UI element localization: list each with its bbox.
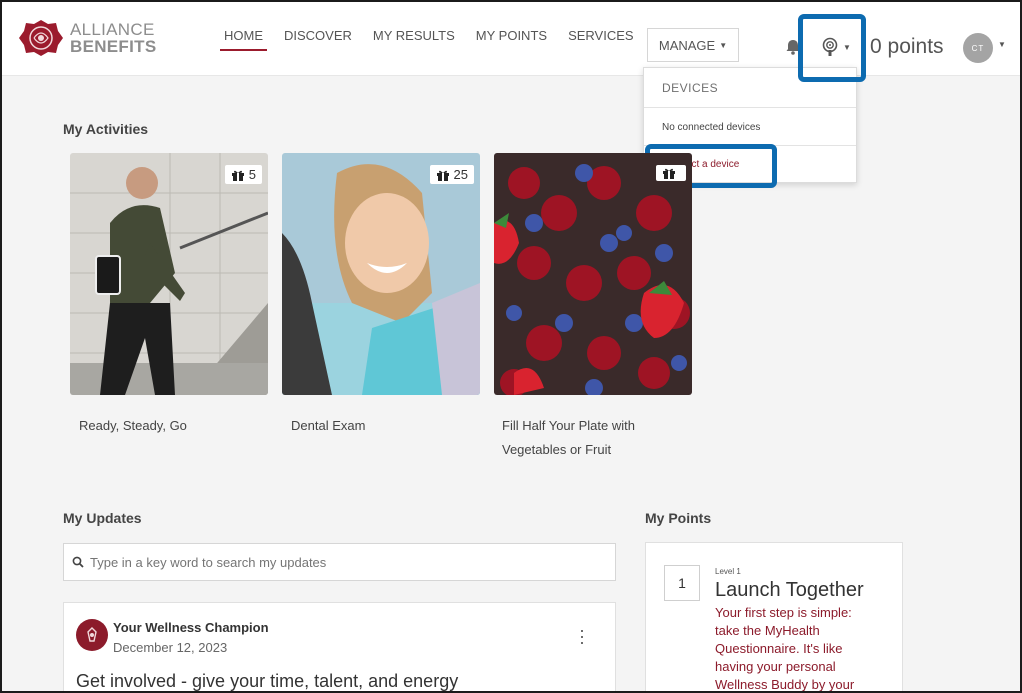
app-window: ALLIANCE BENEFITS HOME DISCOVER MY RESUL… [0, 0, 1022, 693]
manage-label: MANAGE [658, 37, 716, 53]
wearable-device-icon [822, 37, 838, 56]
no-devices-text: No connected devices [644, 108, 856, 146]
avatar[interactable]: CT [963, 33, 993, 63]
nav-home[interactable]: HOME [220, 28, 267, 51]
level-title: Launch Together [715, 579, 864, 601]
more-options-icon[interactable]: · · · [579, 621, 585, 651]
points-badge: 5 [224, 165, 262, 184]
points-level-card[interactable]: 1 Level 1 Launch Together Your first ste… [645, 542, 903, 692]
manage-dropdown[interactable]: MANAGE ▼ [647, 28, 739, 62]
logo-seal-icon [19, 20, 63, 56]
fruit-photo [494, 153, 692, 395]
gift-icon [436, 170, 449, 181]
activity-title[interactable]: Dental Exam [291, 414, 365, 438]
logo-line-2: BENEFITS [70, 37, 157, 56]
activity-card-image[interactable]: 5 [70, 153, 268, 395]
runner-photo [70, 153, 268, 395]
post-date: December 12, 2023 [113, 640, 228, 655]
activity-card-image[interactable] [494, 153, 692, 395]
points-value: 25 [453, 167, 468, 182]
activity-card-image[interactable]: 25 [282, 153, 480, 395]
updates-title: My Updates [63, 510, 142, 526]
points-title: My Points [645, 510, 712, 526]
nav-discover[interactable]: DISCOVER [284, 28, 352, 51]
points-badge [656, 165, 686, 181]
update-post[interactable]: Your Wellness Champion December 12, 2023… [63, 602, 616, 691]
level-number: 1 [664, 565, 700, 601]
logo-line-1: ALLIANCE [70, 20, 155, 39]
devices-button[interactable]: ▼ [814, 32, 858, 62]
activity-title[interactable]: Ready, Steady, Go [79, 414, 187, 438]
updates-search[interactable] [63, 543, 616, 581]
champion-logo-icon [87, 627, 97, 642]
bell-icon[interactable] [784, 38, 802, 56]
caret-down-icon: ▼ [843, 42, 851, 52]
points-value: 5 [248, 167, 256, 182]
nav-services[interactable]: SERVICES [568, 28, 634, 51]
post-headline[interactable]: Get involved - give your time, talent, a… [76, 671, 458, 691]
caret-down-icon: ▼ [719, 40, 728, 50]
updates-search-input[interactable] [90, 554, 590, 570]
nav-my-results[interactable]: MY RESULTS [373, 28, 455, 51]
gift-icon [663, 168, 675, 179]
post-author: Your Wellness Champion [113, 620, 269, 635]
level-label: Level 1 [715, 567, 741, 576]
points-total[interactable]: 0 points [870, 35, 944, 59]
champion-avatar [76, 619, 108, 651]
logo[interactable]: ALLIANCE BENEFITS [18, 18, 156, 58]
search-icon [72, 556, 84, 568]
activity-title[interactable]: Fill Half Your Plate with Vegetables or … [502, 414, 672, 462]
devices-menu-header: DEVICES [644, 68, 856, 108]
avatar-caret-icon[interactable]: ▼ [998, 40, 1006, 49]
dental-photo [282, 153, 480, 395]
points-badge: 25 [429, 165, 474, 184]
activities-title: My Activities [63, 121, 149, 137]
gift-icon [231, 170, 244, 181]
main-nav: HOME DISCOVER MY RESULTS MY POINTS SERVI… [220, 28, 655, 51]
level-description: Your first step is simple: take the MyHe… [715, 605, 855, 692]
top-header: ALLIANCE BENEFITS HOME DISCOVER MY RESUL… [2, 2, 1020, 76]
nav-my-points[interactable]: MY POINTS [476, 28, 547, 51]
